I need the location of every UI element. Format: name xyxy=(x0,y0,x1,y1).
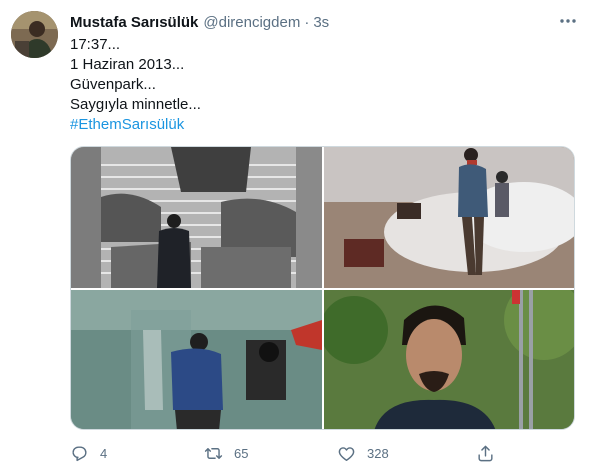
tweet-time[interactable]: 3s xyxy=(313,14,329,31)
more-options-icon[interactable] xyxy=(556,11,580,31)
retweet-count: 65 xyxy=(234,445,249,461)
separator: · xyxy=(304,13,310,31)
share-button[interactable] xyxy=(476,440,506,466)
shield-photo[interactable] xyxy=(71,290,322,429)
tweet-line: 17:37... xyxy=(70,36,121,53)
share-icon xyxy=(478,445,493,461)
tweet-header: Mustafa Sarısülük @direncigdem · 3s xyxy=(70,12,329,32)
tweet-line: 1 Haziran 2013... xyxy=(70,56,185,73)
reply-icon xyxy=(72,445,87,461)
portrait-photo[interactable] xyxy=(324,290,574,429)
author-name[interactable]: Mustafa Sarısülük xyxy=(70,14,198,31)
tweet-text: 17:37... 1 Haziran 2013... Güvenpark... … xyxy=(70,35,201,135)
reply-button[interactable]: 4 xyxy=(70,440,107,466)
retweet-button[interactable]: 65 xyxy=(204,440,248,466)
media-grid xyxy=(70,146,575,430)
avatar[interactable] xyxy=(11,11,58,58)
like-button[interactable]: 328 xyxy=(337,440,389,466)
tweet-actions: 4 65 328 xyxy=(70,440,575,466)
hashtag-link[interactable]: #EthemSarısülük xyxy=(70,115,201,135)
street-clash-photo[interactable] xyxy=(324,147,574,288)
author-handle[interactable]: @direncigdem xyxy=(203,14,300,31)
tweet-line: Saygıyla minnetle... xyxy=(70,96,201,113)
heart-icon xyxy=(338,446,355,461)
protest-stairs-photo[interactable] xyxy=(71,147,322,288)
retweet-icon xyxy=(204,447,223,459)
like-count: 328 xyxy=(367,445,389,461)
tweet-line: Güvenpark... xyxy=(70,76,156,93)
reply-count: 4 xyxy=(100,445,108,461)
